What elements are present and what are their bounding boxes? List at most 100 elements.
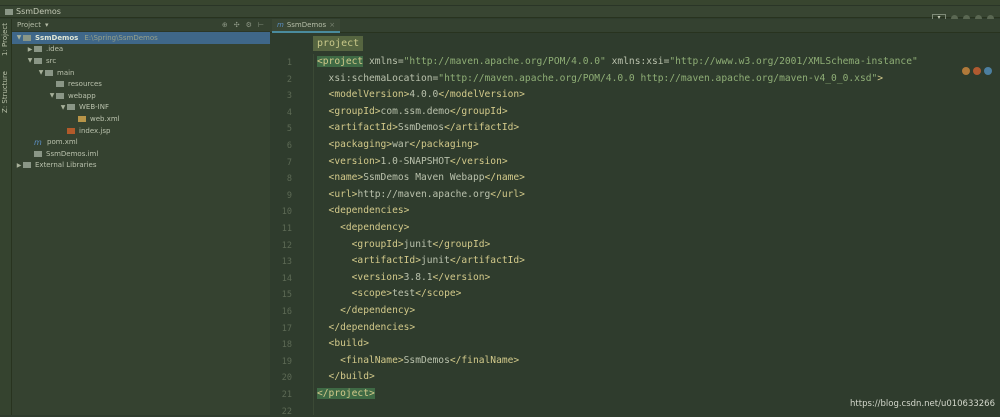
code-token: </scope> xyxy=(415,288,462,300)
code-token: junit xyxy=(403,238,433,250)
line-number: 21 xyxy=(281,390,292,400)
tree-item-label: pom.xml xyxy=(47,138,78,147)
tree-item[interactable]: ▶ .idea xyxy=(12,44,270,56)
code-token: SsmDemos xyxy=(397,122,445,134)
code-token: SsmDemos Maven Webapp xyxy=(363,172,485,184)
code-token: 3.8.1 xyxy=(403,271,433,283)
maven-icon: m xyxy=(34,137,42,147)
nav-project-name[interactable]: SsmDemos xyxy=(16,7,61,16)
maven-icon: m xyxy=(277,21,284,29)
expand-arrow-icon[interactable]: ▼ xyxy=(59,104,67,111)
tree-item-label: main xyxy=(57,68,75,77)
code-token: war xyxy=(392,139,410,150)
code-line: <artifactId>junit</artifactId> xyxy=(317,253,525,270)
ie-icon[interactable] xyxy=(984,67,992,75)
line-number: 3 xyxy=(286,91,292,102)
line-number: 1 xyxy=(286,58,292,68)
line-number: 15 xyxy=(281,290,292,301)
code-token: </dependencies> xyxy=(317,321,416,333)
tree-item[interactable]: ▼ main xyxy=(12,67,270,79)
code-token: com.ssm.demo xyxy=(380,105,450,117)
gear-icon[interactable]: ⚙ xyxy=(246,21,252,29)
code-line: <dependencies> xyxy=(317,203,410,220)
chevron-down-icon[interactable]: ▾ xyxy=(45,21,49,29)
tree-item[interactable]: m pom.xml xyxy=(12,136,270,148)
code-line: <version>3.8.1</version> xyxy=(317,270,491,287)
line-number: 8 xyxy=(286,174,292,185)
folder-icon xyxy=(34,57,42,64)
line-number: 10 xyxy=(281,207,292,218)
expand-arrow-icon[interactable]: ▶ xyxy=(26,46,34,53)
sync-icon[interactable]: ⊕ xyxy=(222,21,228,29)
code-token: </version> xyxy=(449,155,508,167)
breadcrumb[interactable]: project xyxy=(313,36,364,51)
code-token: xmlns= xyxy=(363,56,404,67)
line-number: 4 xyxy=(286,107,292,118)
project-view-selector[interactable]: Project xyxy=(17,21,41,29)
tree-item-label: .idea xyxy=(46,45,64,54)
expand-arrow-icon[interactable]: ▼ xyxy=(26,57,34,64)
code-token: <artifactId> xyxy=(317,122,398,134)
code-token: junit xyxy=(420,255,450,267)
tab-pom[interactable]: m SsmDemos × xyxy=(272,19,341,33)
line-number: 13 xyxy=(281,257,292,268)
tree-item-label: src xyxy=(46,56,57,65)
line-number: 20 xyxy=(281,373,292,384)
project-tool-tab[interactable]: 1: Project xyxy=(1,23,9,56)
line-number: 9 xyxy=(286,190,292,201)
code-token: <dependency> xyxy=(317,222,410,233)
tree-item[interactable]: ▼ WEB-INF xyxy=(12,102,270,114)
line-number: 11 xyxy=(281,224,292,234)
code-token: 1.0-SNAPSHOT xyxy=(380,155,450,167)
tree-item[interactable]: SsmDemos.iml xyxy=(12,148,270,160)
code-token: </finalName> xyxy=(449,354,520,366)
tree-item-label: SsmDemos xyxy=(35,33,79,42)
code-token: <version> xyxy=(317,271,404,283)
code-token: <finalName> xyxy=(317,354,404,366)
tree-item[interactable]: ▼ src xyxy=(12,55,270,67)
code-token: test xyxy=(392,288,416,300)
expand-arrow-icon[interactable]: ▶ xyxy=(15,162,23,169)
watermark: https://blog.csdn.net/u010633266 xyxy=(850,399,995,409)
editor-tabs: m SsmDemos × xyxy=(270,19,1000,33)
xml-icon xyxy=(78,115,86,122)
code-token: <url> xyxy=(317,188,358,200)
firefox-icon[interactable] xyxy=(973,67,981,75)
expand-arrow-icon[interactable]: ▼ xyxy=(48,92,56,99)
code-token: <build> xyxy=(317,338,369,350)
tree-item-label: webapp xyxy=(68,91,96,100)
structure-tool-tab[interactable]: Z: Structure xyxy=(1,71,9,113)
tree-item-label: resources xyxy=(68,80,102,89)
tree-item[interactable]: index.jsp xyxy=(12,125,270,137)
tree-item[interactable]: ▼ webapp xyxy=(12,90,270,102)
code-token: <dependencies> xyxy=(317,205,410,217)
line-number: 18 xyxy=(281,340,292,351)
tree-item-label: SsmDemos.iml xyxy=(46,149,99,158)
collapse-icon[interactable]: ✣ xyxy=(234,21,240,29)
folder-icon xyxy=(45,69,53,76)
project-panel: Project ▾ ⊕ ✣ ⚙ ⊢ ▼ SsmDemos E:\Spring\SsmDem… xyxy=(12,19,270,415)
expand-arrow-icon[interactable]: ▼ xyxy=(37,69,45,76)
line-number: 6 xyxy=(286,141,292,151)
code-line: <finalName>SsmDemos</finalName> xyxy=(317,353,519,370)
code-token: <artifactId> xyxy=(317,255,421,267)
line-number: 12 xyxy=(281,240,292,251)
tree-item[interactable]: web.xml xyxy=(12,113,270,125)
tree-item[interactable]: ▼ SsmDemos E:\Spring\SsmDemos xyxy=(12,32,270,44)
code-token: </packaging> xyxy=(409,139,479,150)
code-token: <groupId> xyxy=(317,105,381,117)
hide-icon[interactable]: ⊢ xyxy=(258,21,264,29)
expand-arrow-icon[interactable]: ▼ xyxy=(15,34,23,41)
close-icon[interactable]: × xyxy=(329,21,335,29)
code-line: <url>http://maven.apache.org</url> xyxy=(317,187,525,204)
tree-item[interactable]: ▶ External Libraries xyxy=(12,160,270,172)
chrome-icon[interactable] xyxy=(962,67,970,75)
code-token: "http://www.w3.org/2001/XMLSchema-instan… xyxy=(669,56,918,67)
tree-item[interactable]: resources xyxy=(12,78,270,90)
code-token: <name> xyxy=(317,172,364,184)
tree-item-path: E:\Spring\SsmDemos xyxy=(84,33,158,42)
code-token: SsmDemos xyxy=(403,354,450,366)
code-token: <scope> xyxy=(317,288,393,300)
folder-icon xyxy=(23,34,31,41)
project-tree: ▼ SsmDemos E:\Spring\SsmDemos ▶ .idea ▼ src ▼ ma… xyxy=(12,32,270,171)
